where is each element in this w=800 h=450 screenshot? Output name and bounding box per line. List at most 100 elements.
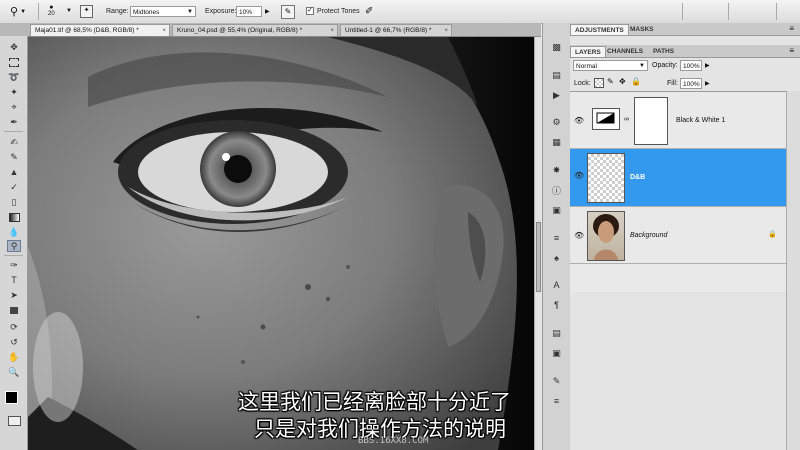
layer-name[interactable]: Black & White 1	[676, 117, 725, 124]
paragraph-icon[interactable]: ¶	[550, 299, 563, 311]
history-brush-tool-icon[interactable]: ✓	[7, 181, 21, 193]
foreground-color-swatch[interactable]	[5, 391, 18, 404]
hand-tool-icon[interactable]: ✋	[7, 351, 21, 363]
tab-masks[interactable]: MASKS	[626, 24, 657, 35]
3d-rotate-tool-icon[interactable]: ⟳	[7, 321, 21, 333]
tab-layers[interactable]: LAYERS	[570, 46, 606, 57]
visibility-eye-icon[interactable]: 👁	[574, 116, 584, 125]
close-icon[interactable]: ×	[162, 25, 166, 36]
dodge-tool-preset-picker[interactable]: ⚲ ▼	[10, 4, 26, 19]
close-icon[interactable]: ×	[330, 25, 334, 36]
character-icon[interactable]: A	[550, 279, 563, 291]
lock-all-icon[interactable]: 🔒	[631, 77, 641, 86]
panel-icon-dock: ▩ ▤ ▶ ⚙ ▦ ✸ ⓘ ▣ ≡ ♠ A ¶ ▤ ▣ ✎ ≡	[542, 23, 571, 450]
layer-row-background[interactable]: 👁 Background 🔒	[570, 207, 786, 264]
clone-stamp-tool-icon[interactable]: ▲	[7, 166, 21, 178]
measurement-icon[interactable]: ≡	[550, 395, 563, 407]
dodge-tool-icon[interactable]: ⚲	[7, 240, 21, 252]
chevron-right-icon[interactable]: ▶	[265, 8, 270, 15]
tab-paths[interactable]: PATHS	[649, 46, 678, 57]
shape-tool-icon[interactable]	[7, 304, 21, 316]
airbrush-toggle[interactable]: ✎	[281, 4, 295, 19]
color-icon[interactable]: ⚙	[550, 116, 563, 128]
watermark-text: BBS.16XX8.COM	[358, 436, 429, 446]
layer-mask-thumbnail[interactable]	[634, 97, 668, 145]
tablet-pressure-toggle[interactable]: ✐	[365, 4, 373, 19]
lock-icon: 🔒	[768, 231, 777, 238]
doc-tab-maja01[interactable]: Maja01.tif @ 68,5% (D&B, RGB/8) * ×	[30, 24, 170, 36]
chevron-down-icon: ▼	[20, 8, 27, 15]
lasso-tool-icon[interactable]: ➰	[7, 71, 21, 83]
options-bar: ⚲ ▼ ● 20 ▼ ✦ Range: Midtones ▼ Exposure:…	[0, 0, 800, 24]
quick-mask-icon[interactable]	[8, 416, 21, 426]
lock-pixels-icon[interactable]: ✎	[607, 77, 614, 86]
clone-source-icon[interactable]: ♠	[550, 252, 563, 264]
brush-tool-icon[interactable]: ✎	[7, 151, 21, 163]
lock-position-icon[interactable]: ✥	[619, 77, 626, 86]
chevron-right-icon[interactable]: ▶	[705, 80, 710, 87]
3d-orbit-tool-icon[interactable]: ↺	[7, 336, 21, 348]
link-chain-icon[interactable]: ∞	[624, 116, 629, 123]
doc-tab-label: Maja01.tif @ 68,5% (D&B, RGB/8) *	[35, 27, 139, 34]
navigator-icon[interactable]: ✸	[550, 164, 563, 176]
document-canvas[interactable]: 这里我们已经离脸部十分近了 只是对我们操作方法的说明 BBS.16XX8.COM	[28, 37, 534, 450]
visibility-eye-icon[interactable]: 👁	[574, 231, 584, 240]
info-icon[interactable]: ⓘ	[550, 184, 563, 196]
blur-tool-icon[interactable]: 💧	[7, 226, 21, 238]
styles-icon[interactable]: ▤	[550, 327, 563, 339]
protect-tones-checkbox[interactable]: ✓	[306, 7, 314, 15]
scrollbar-thumb[interactable]	[536, 222, 541, 292]
brush-panel-toggle[interactable]: ✦	[80, 4, 93, 19]
range-dropdown[interactable]: Midtones ▼	[130, 6, 196, 17]
type-tool-icon[interactable]: T	[7, 274, 21, 286]
brush-presets-icon[interactable]: ≡	[550, 232, 563, 244]
panel-menu-icon[interactable]: ≡	[789, 46, 794, 55]
brush-panel-icon: ✦	[80, 5, 93, 18]
mini-bridge-icon[interactable]: ▩	[550, 41, 563, 53]
layers-scrollbar[interactable]	[786, 91, 800, 450]
tab-adjustments[interactable]: ADJUSTMENTS	[570, 24, 629, 35]
actions-icon[interactable]: ▶	[550, 89, 563, 101]
exposure-input[interactable]: 10%	[236, 6, 262, 17]
brush-size-picker[interactable]: ● 20	[48, 4, 55, 19]
fill-input[interactable]: 100%	[680, 78, 702, 89]
history-icon[interactable]: ▤	[550, 69, 563, 81]
chevron-down-icon: ▼	[187, 9, 193, 15]
gradient-tool-icon[interactable]	[7, 211, 21, 223]
brush-dot-icon: ●	[49, 4, 54, 11]
chevron-down-icon[interactable]: ▼	[66, 8, 72, 14]
histogram-icon[interactable]: ▣	[550, 204, 563, 216]
crop-tool-icon[interactable]: ⌖	[7, 101, 21, 113]
lock-transparency-icon[interactable]	[594, 78, 604, 88]
zoom-tool-icon[interactable]: 🔍	[7, 366, 21, 378]
quick-selection-tool-icon[interactable]: ✦	[7, 86, 21, 98]
chevron-right-icon[interactable]: ▶	[705, 62, 710, 69]
doc-tab-kruno04[interactable]: Kruno_04.psd @ 55,4% (Original, RGB/8) *…	[172, 24, 338, 36]
swatches-icon[interactable]: ▦	[550, 136, 563, 148]
blend-mode-dropdown[interactable]: Normal ▼	[573, 60, 648, 71]
opacity-value: 100%	[683, 63, 700, 70]
layer-row-dnb-selected[interactable]: 👁 D&B	[570, 149, 786, 207]
marquee-tool-icon[interactable]	[7, 56, 21, 68]
doc-tab-untitled1[interactable]: Untitled-1 @ 66,7% (RGB/8) * ×	[340, 24, 452, 36]
eyedropper-tool-icon[interactable]: ✒	[7, 116, 21, 128]
layer-row-black-white[interactable]: 👁 ∞ Black & White 1	[570, 92, 786, 149]
tab-channels[interactable]: CHANNELS	[603, 46, 647, 57]
doc-tab-label: Kruno_04.psd @ 55,4% (Original, RGB/8) *	[177, 27, 303, 34]
visibility-eye-icon[interactable]: 👁	[574, 171, 584, 180]
notes-icon[interactable]: ✎	[550, 375, 563, 387]
healing-brush-tool-icon[interactable]: ✍	[7, 136, 21, 148]
layer-name[interactable]: Background	[630, 232, 667, 239]
move-tool-icon[interactable]: ✥	[7, 41, 21, 53]
pen-tool-icon[interactable]: ✑	[7, 259, 21, 271]
eraser-tool-icon[interactable]: ▯	[7, 196, 21, 208]
opacity-input[interactable]: 100%	[680, 60, 702, 71]
close-icon[interactable]: ×	[444, 25, 448, 36]
panel-menu-icon[interactable]: ≡	[789, 24, 794, 33]
document-tab-bar: Maja01.tif @ 68,5% (D&B, RGB/8) * × Krun…	[0, 23, 541, 37]
layer-name[interactable]: D&B	[630, 174, 645, 181]
layer-comps-icon[interactable]: ▣	[550, 347, 563, 359]
path-selection-tool-icon[interactable]: ➤	[7, 289, 21, 301]
magnifier-icon: ⚲	[10, 6, 19, 18]
exposure-label: Exposure:	[205, 8, 237, 15]
